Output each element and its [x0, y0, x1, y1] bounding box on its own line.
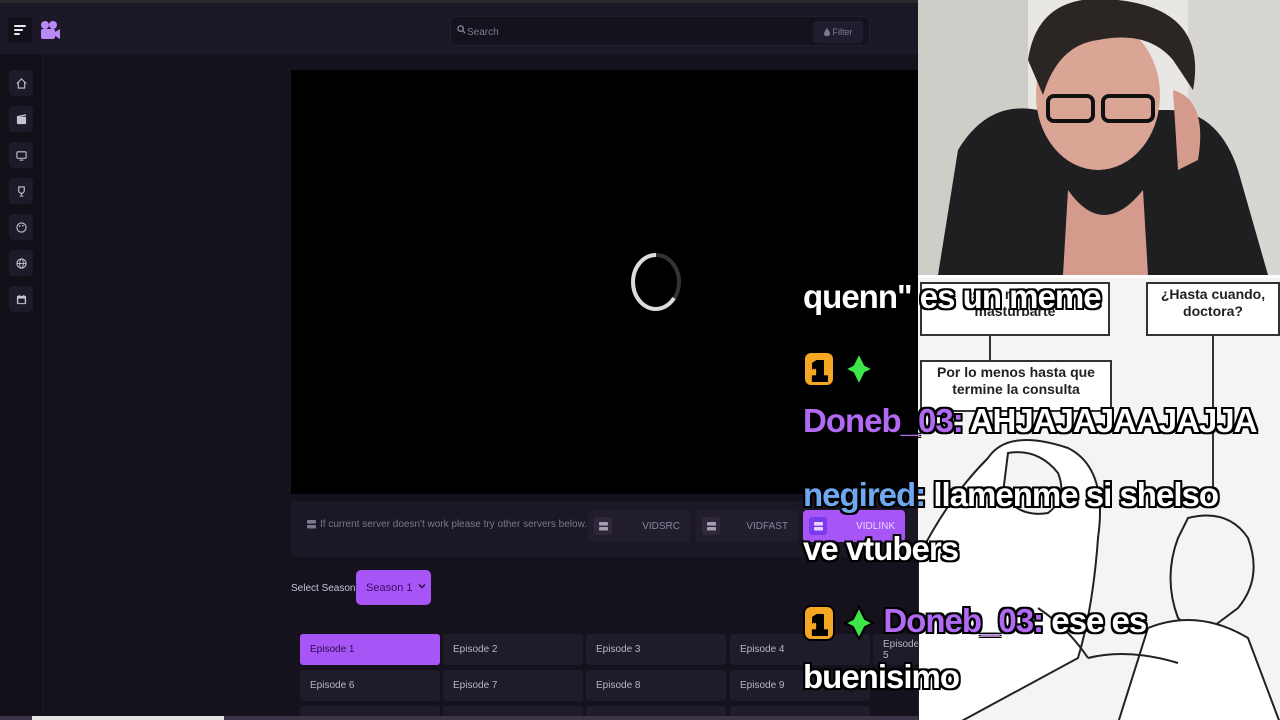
- webcam-image: [918, 0, 1280, 275]
- sidebar-item-home[interactable]: [9, 70, 33, 96]
- bottom-scrollbar[interactable]: [0, 716, 918, 720]
- film-icon: [16, 113, 26, 124]
- tv-icon: [15, 150, 27, 161]
- server-icon: [594, 517, 612, 535]
- sidebar: [0, 54, 43, 720]
- season-select[interactable]: Season 1: [356, 570, 431, 605]
- episode-label: Episode 9: [740, 680, 785, 691]
- globe-icon: [15, 257, 27, 269]
- speech-bubble: es un meme de masturbarte: [920, 282, 1110, 336]
- season-label: Select Season:: [291, 583, 359, 594]
- loading-spinner-icon: [631, 253, 681, 311]
- movie-camera-icon: [41, 21, 60, 39]
- server-note: If current server doesn't work please tr…: [307, 519, 587, 530]
- top-bar: Filter: [0, 0, 918, 54]
- episode-label: Episode 8: [596, 680, 641, 691]
- episode-label: Episode 1: [310, 644, 355, 655]
- speech-bubble: ¿Hasta cuando, doctora?: [1146, 282, 1280, 336]
- server-icon: [809, 517, 827, 535]
- episode-9-button[interactable]: Episode 9: [730, 670, 870, 701]
- video-player[interactable]: [291, 70, 918, 494]
- server-note-text: If current server doesn't work please tr…: [320, 519, 588, 530]
- chevron-down-icon: [418, 583, 426, 589]
- search-icon: [457, 25, 466, 34]
- episode-6-button[interactable]: Episode 6: [300, 670, 440, 701]
- sidebar-item-calendar[interactable]: [9, 286, 33, 312]
- filter-button[interactable]: Filter: [813, 21, 863, 43]
- episode-label: Episode 5: [883, 638, 918, 661]
- meme-drawing: [918, 333, 1280, 720]
- logo[interactable]: [38, 17, 62, 43]
- server-vidsrc-button[interactable]: VIDSRC: [588, 510, 690, 542]
- palette-icon: [15, 221, 27, 233]
- server-selector: If current server doesn't work please tr…: [291, 501, 918, 557]
- episode-8-button[interactable]: Episode 8: [586, 670, 726, 701]
- sidebar-item-globe[interactable]: [9, 250, 33, 276]
- episode-label: Episode 6: [310, 680, 355, 691]
- scroll-thumb[interactable]: [32, 716, 224, 720]
- server-vidlink-button[interactable]: VIDLINK: [803, 510, 905, 542]
- episode-label: Episode 3: [596, 644, 641, 655]
- episode-7-button[interactable]: Episode 7: [443, 670, 583, 701]
- webcam-overlay: [918, 0, 1280, 275]
- search-bar[interactable]: Filter: [450, 16, 870, 46]
- meme-image: es un meme de masturbarte ¿Hasta cuando,…: [918, 275, 1280, 720]
- server-icon: [307, 520, 316, 529]
- sidebar-item-tv[interactable]: [9, 142, 33, 168]
- episode-1-button[interactable]: Episode 1: [300, 634, 440, 665]
- drop-icon: [823, 28, 830, 36]
- speech-bubble: Por lo menos hasta que termine la consul…: [920, 360, 1112, 412]
- server-label: VIDFAST: [746, 520, 788, 532]
- streaming-app: Filter If cu: [0, 0, 918, 720]
- server-icon: [702, 517, 720, 535]
- menu-button[interactable]: [8, 17, 32, 43]
- sidebar-item-movies[interactable]: [9, 106, 33, 132]
- episode-label: Episode 4: [740, 644, 785, 655]
- episode-3-button[interactable]: Episode 3: [586, 634, 726, 665]
- home-icon: [16, 77, 26, 89]
- search-input[interactable]: [467, 23, 767, 41]
- server-label: VIDSRC: [642, 520, 680, 532]
- episode-5-button[interactable]: Episode 5: [873, 634, 918, 665]
- season-selected-value: Season 1: [366, 581, 413, 594]
- trophy-icon: [17, 185, 25, 197]
- episode-2-button[interactable]: Episode 2: [443, 634, 583, 665]
- sidebar-item-palette[interactable]: [9, 214, 33, 240]
- calendar-icon: [16, 294, 26, 304]
- hamburger-icon: [14, 25, 26, 35]
- episode-label: Episode 7: [453, 680, 498, 691]
- sidebar-item-trophy[interactable]: [9, 178, 33, 204]
- episode-label: Episode 2: [453, 644, 498, 655]
- server-vidfast-button[interactable]: VIDFAST: [696, 510, 798, 542]
- filter-label: Filter: [832, 27, 853, 37]
- server-label: VIDLINK: [856, 520, 895, 532]
- episode-4-button[interactable]: Episode 4: [730, 634, 870, 665]
